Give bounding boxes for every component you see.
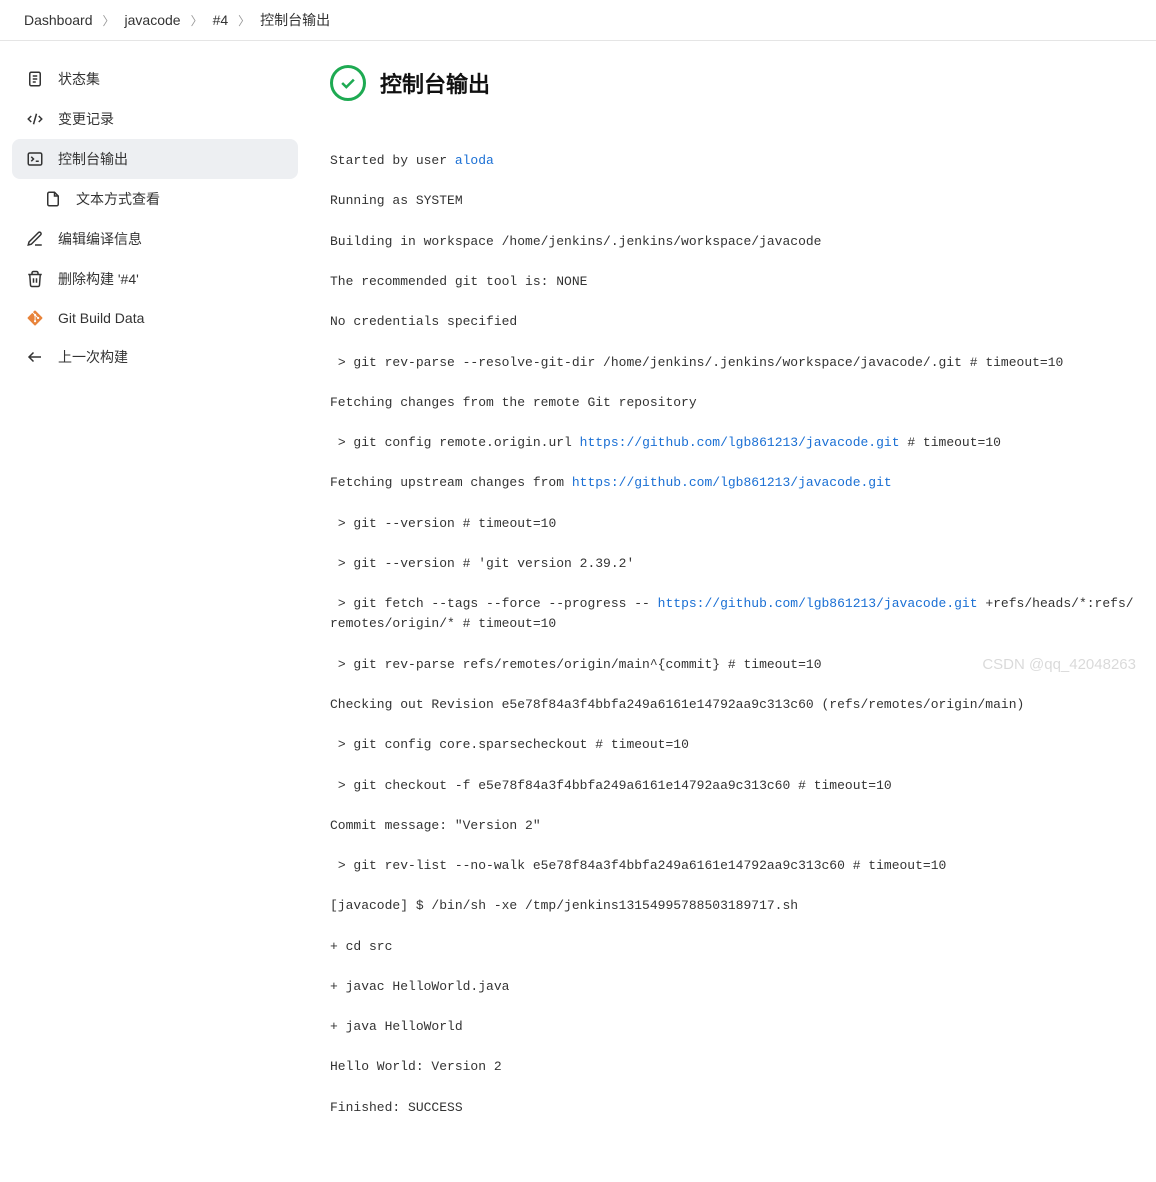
sidebar: 状态集 变更记录 控制台输出 文本方式查看 编辑编译信息 删除构建 '#4' G… <box>0 41 310 1182</box>
file-icon <box>44 190 62 208</box>
sidebar-item-textview[interactable]: 文本方式查看 <box>12 179 298 219</box>
user-link[interactable]: aloda <box>455 153 494 168</box>
sidebar-item-label: 变更记录 <box>58 109 114 129</box>
trash-icon <box>26 270 44 288</box>
sidebar-item-console[interactable]: 控制台输出 <box>12 139 298 179</box>
terminal-icon <box>26 150 44 168</box>
sidebar-item-label: 状态集 <box>58 69 100 89</box>
console-output: Started by user aloda Running as SYSTEM … <box>330 131 1136 1158</box>
sidebar-item-label: 编辑编译信息 <box>58 229 142 249</box>
chevron-right-icon: 〉 <box>191 12 203 29</box>
chevron-right-icon: 〉 <box>103 12 115 29</box>
sidebar-item-status[interactable]: 状态集 <box>12 59 298 99</box>
content-area: 控制台输出 Started by user aloda Running as S… <box>310 41 1156 1182</box>
sidebar-item-prev-build[interactable]: 上一次构建 <box>12 337 298 377</box>
sidebar-item-label: 上一次构建 <box>58 347 128 367</box>
edit-icon <box>26 230 44 248</box>
chevron-right-icon: 〉 <box>238 12 250 29</box>
sidebar-item-delete-build[interactable]: 删除构建 '#4' <box>12 259 298 299</box>
sidebar-item-changes[interactable]: 变更记录 <box>12 99 298 139</box>
document-icon <box>26 70 44 88</box>
page-header: 控制台输出 <box>330 65 1136 101</box>
sidebar-item-edit-build[interactable]: 编辑编译信息 <box>12 219 298 259</box>
repo-link[interactable]: https://github.com/lgb861213/javacode.gi… <box>580 435 900 450</box>
sidebar-item-label: 文本方式查看 <box>76 189 160 209</box>
git-icon <box>26 309 44 327</box>
breadcrumb-item-page[interactable]: 控制台输出 <box>260 10 330 30</box>
page-title: 控制台输出 <box>380 67 490 99</box>
breadcrumb-item-build[interactable]: #4 <box>213 12 229 28</box>
sidebar-item-label: 控制台输出 <box>58 149 128 169</box>
sidebar-item-label: 删除构建 '#4' <box>58 269 139 289</box>
sidebar-item-label: Git Build Data <box>58 310 144 326</box>
arrow-left-icon <box>26 348 44 366</box>
success-icon <box>330 65 366 101</box>
repo-link[interactable]: https://github.com/lgb861213/javacode.gi… <box>658 596 978 611</box>
repo-link[interactable]: https://github.com/lgb861213/javacode.gi… <box>572 475 892 490</box>
breadcrumb-item-dashboard[interactable]: Dashboard <box>24 12 93 28</box>
breadcrumb: Dashboard 〉 javacode 〉 #4 〉 控制台输出 <box>0 0 1156 41</box>
breadcrumb-item-job[interactable]: javacode <box>125 12 181 28</box>
code-icon <box>26 110 44 128</box>
sidebar-item-git-data[interactable]: Git Build Data <box>12 299 298 337</box>
